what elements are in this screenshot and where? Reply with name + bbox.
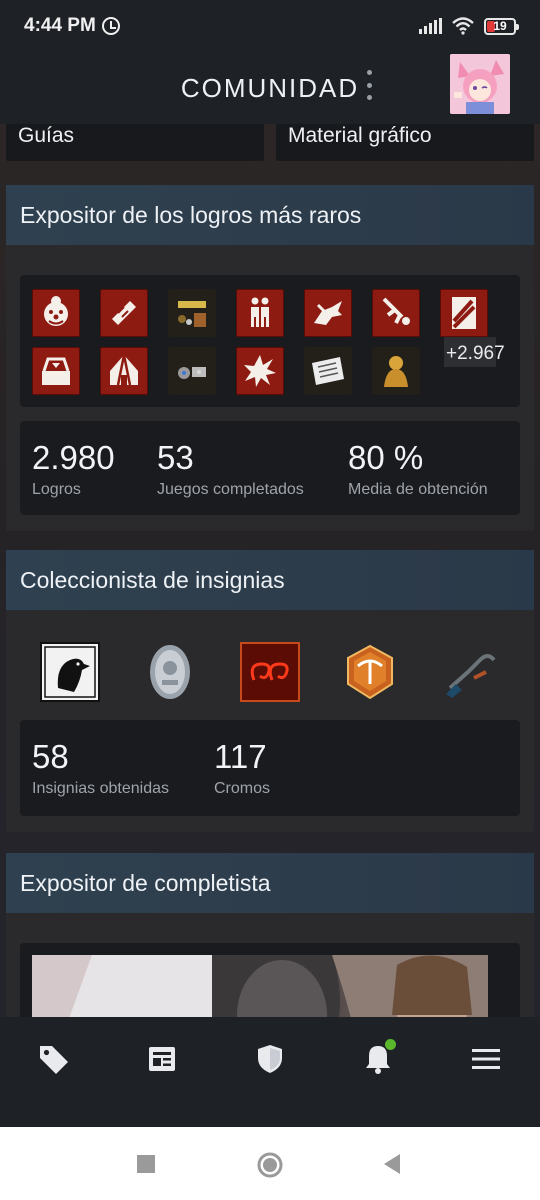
more-options-icon[interactable] bbox=[364, 70, 374, 100]
completionist-section: Expositor de completista bbox=[6, 853, 534, 1017]
pickaxe-badge-icon[interactable] bbox=[340, 642, 400, 702]
stat-value: 58 bbox=[32, 738, 69, 775]
status-bar: 4:44 PM 19 bbox=[0, 0, 540, 52]
home-icon[interactable] bbox=[256, 1151, 284, 1179]
achievement-stats-panel: 2.980 Logros 53 Juegos completados 80 % … bbox=[20, 421, 520, 515]
explosion-icon[interactable] bbox=[236, 347, 284, 395]
figures-icon[interactable] bbox=[236, 289, 284, 337]
more-achievements-count[interactable]: +2.967 bbox=[446, 343, 505, 365]
notification-dot bbox=[385, 1039, 396, 1050]
rat-icon[interactable] bbox=[304, 289, 352, 337]
stat-achievements: 2.980 Logros bbox=[32, 439, 115, 499]
striped-shield-icon[interactable] bbox=[440, 289, 488, 337]
system-nav-bar bbox=[0, 1127, 540, 1200]
artwork-tile[interactable]: Material gráfico bbox=[276, 124, 534, 161]
circus-tent-icon[interactable] bbox=[100, 347, 148, 395]
achievement-icons-panel: +2.967 bbox=[20, 275, 520, 407]
bottom-nav bbox=[0, 1017, 540, 1127]
status-time: 4:44 PM bbox=[24, 15, 96, 36]
newspaper-icon[interactable] bbox=[304, 347, 352, 395]
wifi-icon bbox=[452, 17, 474, 35]
silver-badge-icon[interactable] bbox=[140, 642, 200, 702]
badge-stats-panel: 58 Insignias obtenidas 117 Cromos bbox=[20, 720, 520, 816]
game-artwork[interactable] bbox=[32, 955, 488, 1017]
loot-icon[interactable] bbox=[168, 289, 216, 337]
bell-icon[interactable] bbox=[358, 1039, 398, 1079]
stat-trading-cards: 117 Cromos bbox=[214, 738, 270, 798]
stat-value: 117 bbox=[214, 738, 267, 775]
scrap-icon[interactable] bbox=[168, 347, 216, 395]
stat-label: Insignias obtenidas bbox=[32, 780, 169, 797]
menu-icon[interactable] bbox=[466, 1039, 506, 1079]
falling-figure-icon[interactable] bbox=[372, 289, 420, 337]
avatar[interactable] bbox=[450, 54, 510, 114]
rarest-achievements-section: Expositor de los logros más raros +2.967… bbox=[6, 185, 534, 531]
battery-level: 19 bbox=[493, 19, 507, 33]
completionist-game-panel[interactable] bbox=[20, 943, 520, 1017]
stat-value: 80 % bbox=[348, 439, 424, 476]
profile-content[interactable]: Guías Material gráfico Expositor de los … bbox=[0, 124, 540, 1017]
stat-label: Juegos completados bbox=[157, 481, 304, 498]
crow-icon[interactable] bbox=[40, 642, 100, 702]
stat-average-completion: 80 % Media de obtención bbox=[348, 439, 488, 499]
app-header: COMUNIDAD bbox=[0, 52, 540, 124]
red-swirl-badge-icon[interactable] bbox=[240, 642, 300, 702]
clown-icon[interactable] bbox=[32, 289, 80, 337]
alarm-icon bbox=[101, 17, 120, 35]
stat-label: Media de obtención bbox=[348, 481, 488, 498]
news-icon[interactable] bbox=[142, 1039, 182, 1079]
signal-icon bbox=[419, 18, 442, 34]
stat-label: Cromos bbox=[214, 780, 271, 797]
section-title: Expositor de completista bbox=[6, 853, 534, 913]
hook-tool-icon[interactable] bbox=[440, 642, 500, 702]
section-title: Coleccionista de insignias bbox=[6, 550, 534, 610]
jewelry-box-icon[interactable] bbox=[32, 347, 80, 395]
shield-icon[interactable] bbox=[250, 1039, 290, 1079]
ticket-icon[interactable] bbox=[100, 289, 148, 337]
stat-value: 2.980 bbox=[32, 439, 115, 476]
badge-collector-section: Coleccionista de insignias 58 Insignias … bbox=[6, 550, 534, 832]
stat-value: 53 bbox=[157, 439, 194, 476]
section-title: Expositor de los logros más raros bbox=[6, 185, 534, 245]
recents-icon[interactable] bbox=[136, 1154, 156, 1174]
back-icon[interactable] bbox=[382, 1153, 402, 1175]
battery-icon: 19 bbox=[484, 17, 519, 35]
stat-completed-games: 53 Juegos completados bbox=[157, 439, 304, 499]
yellow-figure-icon[interactable] bbox=[372, 347, 420, 395]
stat-badges-earned: 58 Insignias obtenidas bbox=[32, 738, 169, 798]
stat-label: Logros bbox=[32, 481, 81, 498]
guides-tile[interactable]: Guías bbox=[6, 124, 264, 161]
page-title: COMUNIDAD bbox=[180, 72, 360, 103]
tag-icon[interactable] bbox=[34, 1039, 74, 1079]
